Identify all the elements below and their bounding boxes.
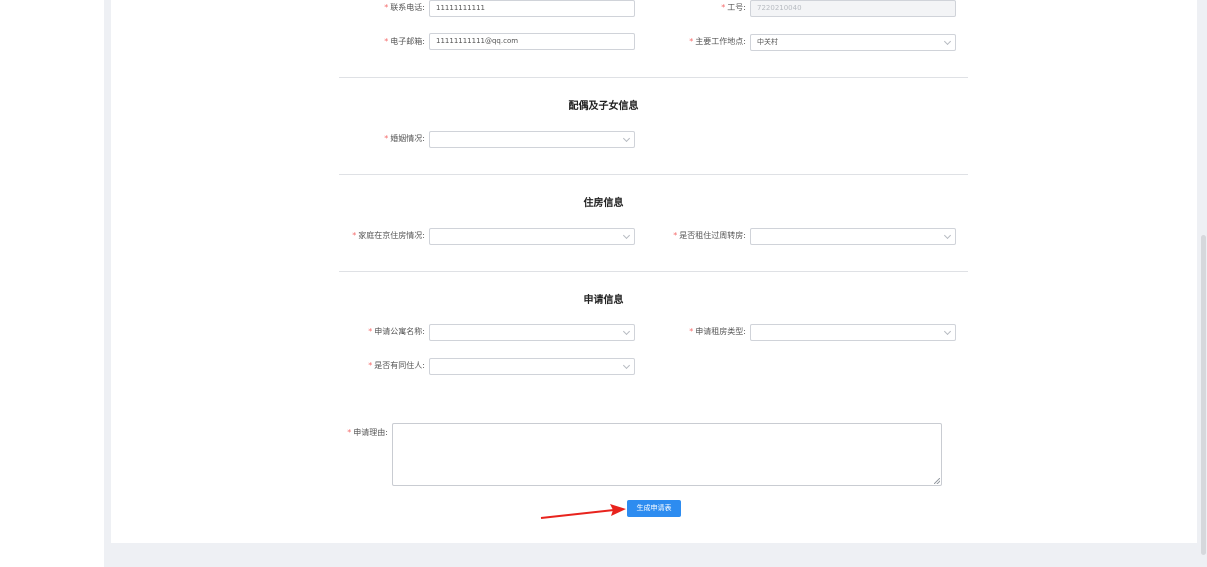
scrollbar-thumb[interactable] [1201, 235, 1206, 555]
family-housing-select[interactable] [429, 228, 635, 245]
reason-label: * 申请理由: [347, 428, 388, 437]
apartment-label: * 申请公寓名称: [368, 327, 425, 336]
section-divider [339, 174, 968, 175]
left-blank-panel [0, 0, 104, 567]
apply-section-title: 申请信息 [583, 295, 624, 306]
arrow-shaft [540, 509, 615, 519]
family-housing-label: * 家庭在京住房情况: [352, 231, 425, 240]
rented-turnover-label: * 是否租住过周转房: [673, 231, 746, 240]
housing-section-title: 住房信息 [583, 198, 624, 209]
chevron-down-icon [622, 361, 631, 370]
employee-id-input: 7220210040 [750, 0, 956, 17]
chevron-down-icon [943, 37, 952, 46]
generate-application-button[interactable]: 生成申请表 [627, 500, 681, 517]
work-location-label: * 主要工作地点: [689, 37, 746, 46]
email-input[interactable]: 11111111111@qq.com [429, 33, 635, 50]
cohabitant-label: * 是否有同住人: [368, 361, 425, 370]
page-bottom-band [111, 543, 1197, 567]
phone-label: * 联系电话: [384, 3, 425, 12]
spouse-section-title: 配偶及子女信息 [568, 101, 639, 112]
room-type-label: * 申请租房类型: [689, 327, 746, 336]
phone-input[interactable]: 11111111111 [429, 0, 635, 17]
chevron-down-icon [943, 231, 952, 240]
marital-label: * 婚姻情况: [384, 134, 425, 143]
section-divider [339, 271, 968, 272]
email-label: * 电子邮箱: [384, 37, 425, 46]
apartment-select[interactable] [429, 324, 635, 341]
marital-select[interactable] [429, 131, 635, 148]
chevron-down-icon [943, 327, 952, 336]
resize-grip-icon[interactable] [934, 478, 940, 484]
employee-id-label: * 工号: [721, 3, 746, 12]
red-arrow-icon [540, 504, 626, 519]
cohabitant-select[interactable] [429, 358, 635, 375]
reason-textarea[interactable] [392, 423, 942, 486]
chevron-down-icon [622, 231, 631, 240]
section-divider [339, 77, 968, 78]
work-location-select[interactable]: 中关村 [750, 34, 956, 51]
left-gutter [104, 0, 111, 567]
rented-turnover-select[interactable] [750, 228, 956, 245]
chevron-down-icon [622, 327, 631, 336]
chevron-down-icon [622, 134, 631, 143]
room-type-select[interactable] [750, 324, 956, 341]
